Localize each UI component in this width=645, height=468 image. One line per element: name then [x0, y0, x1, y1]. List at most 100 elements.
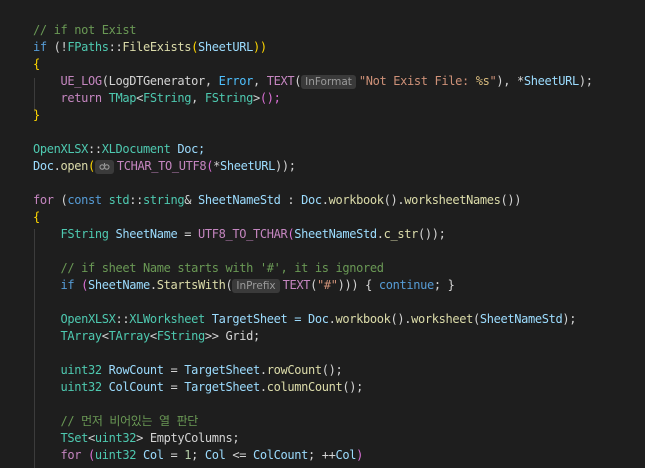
code-line[interactable]: }: [33, 107, 40, 124]
code-token: worksheet: [411, 312, 473, 326]
code-token: .: [321, 193, 329, 207]
code-token: Doc: [308, 312, 329, 326]
code-token: TEXT: [266, 74, 295, 88]
code-token: Doc: [301, 193, 322, 207]
code-token: Col: [204, 448, 226, 462]
code-token: TMap: [108, 91, 137, 105]
code-token: SheetURL: [523, 74, 579, 88]
code-line[interactable]: // if not Exist: [33, 22, 136, 39]
code-token: *: [213, 159, 220, 173]
code-token: if: [60, 278, 75, 292]
code-token: SheetName: [115, 227, 178, 241]
code-token: worksheetNames: [404, 193, 501, 207]
code-token: TArray: [108, 329, 151, 343]
code-token: :: [280, 193, 302, 207]
code-token: string: [143, 193, 185, 207]
code-token: TSet: [60, 431, 89, 445]
code-token: for: [60, 448, 82, 462]
code-token: StartsWith: [156, 278, 226, 292]
code-line[interactable]: {: [33, 56, 40, 73]
code-token: ().: [383, 193, 405, 207]
code-token: ::: [129, 193, 143, 207]
code-token: (: [294, 74, 302, 88]
code-token: Doc;: [170, 142, 205, 156]
code-token: OpenXLSX: [33, 142, 88, 156]
code-token: =: [177, 227, 198, 241]
code-token: std: [101, 193, 130, 207]
code-token: const: [67, 193, 102, 207]
parameter-hint: InPrefix: [232, 279, 280, 293]
code-token: ()): [500, 193, 522, 207]
code-token: SheetNameStd: [198, 193, 281, 207]
code-editor[interactable]: // if not Existif (!FPaths::FileExists(S…: [0, 0, 645, 468]
code-token: SheetURL: [198, 40, 253, 54]
code-token: (: [473, 312, 480, 326]
code-line[interactable]: return TMap<FString, FString>();: [33, 90, 281, 107]
code-token: .: [328, 312, 336, 326]
code-token: workbook: [335, 312, 391, 326]
code-token: ): [356, 448, 363, 462]
code-token: uint32: [60, 363, 103, 377]
code-line[interactable]: {: [33, 209, 40, 226]
code-token: // if not Exist: [33, 23, 137, 37]
code-token: (: [88, 159, 95, 173]
link-icon: [94, 160, 114, 174]
code-token: (: [74, 278, 88, 292]
code-token: (LogDTGenerator,: [101, 74, 219, 88]
code-token: <=: [225, 448, 253, 462]
code-line[interactable]: FString SheetName = UTF8_TO_TCHAR(SheetN…: [33, 226, 446, 243]
code-token: (: [225, 278, 233, 292]
code-line[interactable]: if (!FPaths::FileExists(SheetURL)): [33, 39, 267, 56]
code-line[interactable]: OpenXLSX::XLDocument Doc;: [33, 141, 205, 158]
code-line[interactable]: TArray<TArray<FString>> Grid;: [33, 328, 261, 345]
code-token: (: [310, 278, 318, 292]
code-token: UE_LOG: [60, 74, 103, 88]
code-token: c_str: [383, 227, 419, 241]
code-token: FString: [143, 91, 192, 105]
code-token: "Not Exist File:: [358, 74, 476, 88]
code-line[interactable]: uint32 RowCount = TargetSheet.rowCount()…: [33, 362, 343, 379]
parameter-hint: InFormat: [301, 75, 356, 89]
code-line[interactable]: // if sheet Name starts with '#', it is …: [33, 260, 384, 277]
code-line[interactable]: // 먼저 비어있는 열 판단: [33, 413, 199, 430]
code-token: *: [517, 74, 524, 88]
code-line[interactable]: TSet<uint32> EmptyColumns;: [33, 430, 240, 447]
code-line[interactable]: UE_LOG(LogDTGenerator, Error, TEXT(InFor…: [33, 73, 593, 90]
code-token: ().: [390, 312, 412, 326]
code-token: rowCount: [266, 363, 322, 377]
code-token: ; }: [433, 278, 455, 292]
code-token: Col: [335, 448, 357, 462]
code-token: .: [259, 380, 267, 394]
code-token: uint32: [94, 448, 137, 462]
code-line[interactable]: for (uint32 Col = 1; Col <= ColCount; ++…: [33, 447, 364, 464]
code-token: <: [101, 329, 109, 343]
code-token: }: [33, 108, 40, 122]
code-line[interactable]: uint32 ColCount = TargetSheet.columnCoun…: [33, 379, 364, 396]
code-token: UTF8_TO_TCHAR: [198, 227, 288, 241]
code-token: (!: [46, 40, 68, 54]
code-token: "#": [317, 278, 338, 292]
code-token: ColCount: [253, 448, 308, 462]
code-token: Doc: [33, 159, 54, 173]
code-token: TargetSheet =: [204, 312, 308, 326]
code-line[interactable]: for (const std::string& SheetNameStd : D…: [33, 192, 521, 209]
code-token: (: [81, 448, 95, 462]
code-token: .: [53, 159, 61, 173]
code-token: TEXT: [282, 278, 311, 292]
code-token: ))) {: [337, 278, 379, 292]
code-line[interactable]: Doc.open(TCHAR_TO_UTF8(*SheetURL));: [33, 158, 296, 175]
code-token: RowCount: [108, 363, 164, 377]
code-line[interactable]: OpenXLSX::XLWorksheet TargetSheet = Doc.…: [33, 311, 577, 328]
code-token: // if sheet Name starts with '#', it is …: [60, 261, 384, 275]
code-token: .: [149, 278, 157, 292]
code-line[interactable]: if (SheetName.StartsWith(InPrefix TEXT("#…: [33, 277, 455, 294]
